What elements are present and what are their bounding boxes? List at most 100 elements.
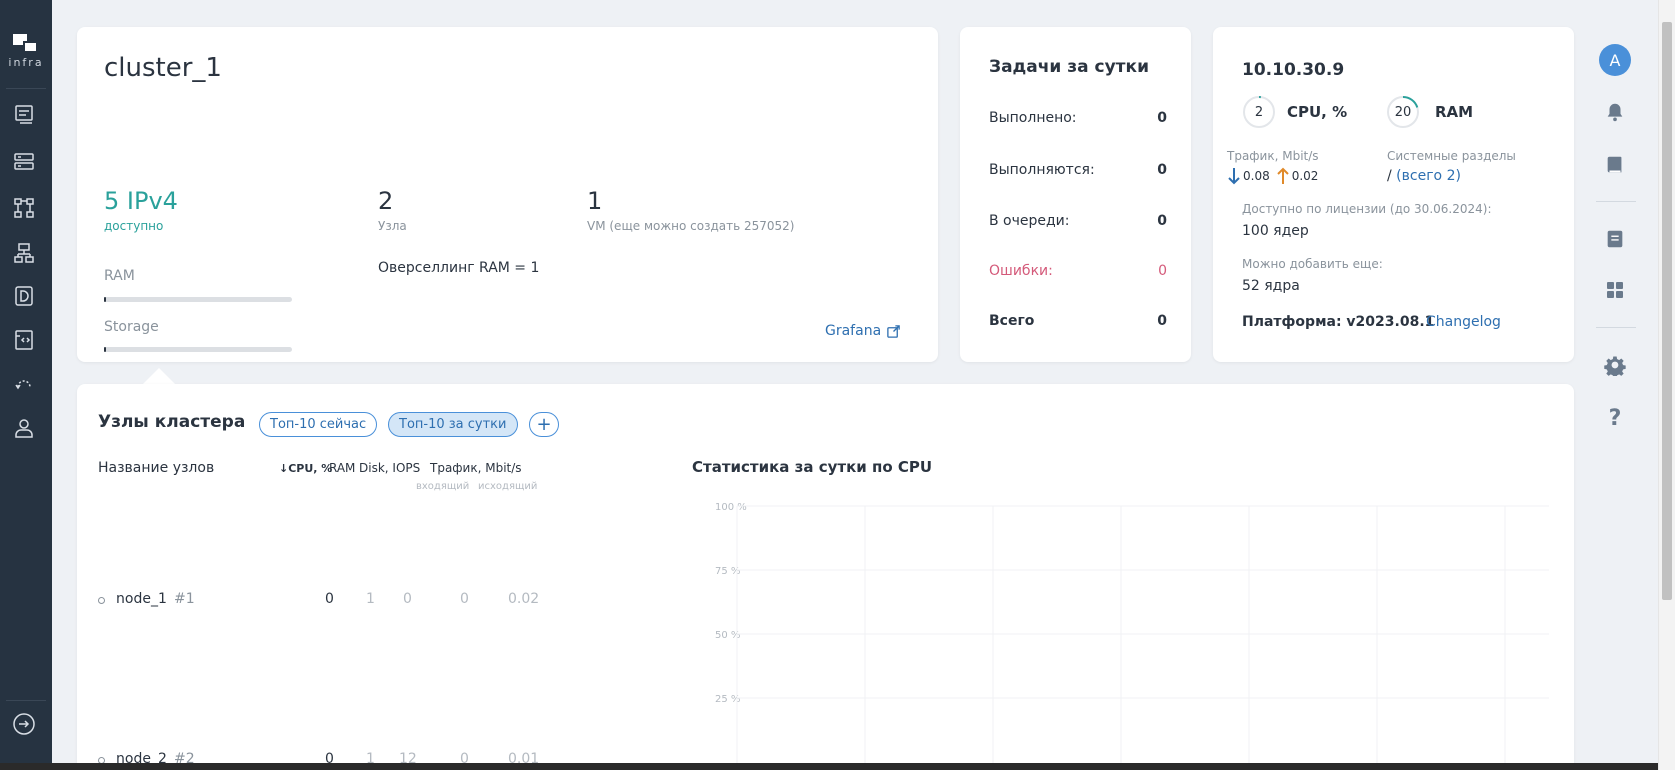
partitions-value: / (всего 2) xyxy=(1387,168,1461,184)
add-value: 52 ядра xyxy=(1242,278,1300,294)
network-icon xyxy=(14,198,34,218)
dashboard-button[interactable] xyxy=(1602,277,1628,303)
platform-version: Платформа: v2023.08.1 xyxy=(1242,314,1435,330)
bottom-bar xyxy=(0,763,1658,770)
sidebar-item-networks[interactable] xyxy=(11,195,37,221)
sidebar-item-vms[interactable] xyxy=(11,101,37,127)
sidebar-item-users[interactable] xyxy=(11,415,37,441)
license-value: 100 ядер xyxy=(1242,223,1309,239)
node-disk: 0 xyxy=(403,591,412,607)
tasks-card: Задачи за сутки Выполнено: 0 Выполняются… xyxy=(960,27,1191,362)
logo[interactable]: infra xyxy=(0,32,52,69)
grafana-label: Grafana xyxy=(825,323,882,339)
cluster-title: cluster_1 xyxy=(104,53,222,83)
partitions-label: Системные разделы xyxy=(1387,149,1516,163)
sidebar-item-clusters[interactable] xyxy=(11,240,37,266)
docs-button[interactable] xyxy=(1602,152,1628,178)
task-label: Всего xyxy=(989,313,1035,329)
node-status-dot xyxy=(98,597,105,604)
table-row[interactable]: node_1 #1 0 1 0 0 0.02 xyxy=(98,591,539,611)
rail-divider xyxy=(1596,327,1636,328)
logo-icon xyxy=(11,32,41,54)
changelog-link[interactable]: Changelog xyxy=(1426,314,1501,330)
task-value: 0 xyxy=(1158,263,1167,279)
arrow-up-icon xyxy=(1277,167,1289,184)
ram-label: RAM xyxy=(104,268,135,284)
bell-icon xyxy=(1607,103,1623,122)
nodes-count: 2 xyxy=(378,187,394,215)
col-cpu[interactable]: ↓CPU, % xyxy=(279,462,332,475)
add-label: Можно добавить еще: xyxy=(1242,257,1383,271)
cluster-tree-icon xyxy=(14,243,34,263)
task-value: 0 xyxy=(1157,162,1167,178)
cpu-gauge-value: 2 xyxy=(1254,104,1264,120)
node-number: #1 xyxy=(174,591,195,607)
sidebar-expand-button[interactable] xyxy=(11,711,37,737)
avatar[interactable]: A xyxy=(1599,44,1631,76)
ram-label: RAM xyxy=(1435,103,1474,121)
tasks-title: Задачи за сутки xyxy=(989,57,1149,77)
ram-bar xyxy=(104,297,292,302)
dashboard-grid-icon xyxy=(1607,282,1623,298)
help-button[interactable]: ? xyxy=(1602,405,1628,431)
partitions-slash: / xyxy=(1387,168,1392,184)
grafana-link[interactable]: Grafana xyxy=(825,323,901,339)
nodes-label: Узла xyxy=(378,219,407,233)
documents-button[interactable] xyxy=(1602,226,1628,252)
book-icon xyxy=(1607,156,1622,173)
user-icon xyxy=(15,419,33,438)
ram-gauge-value: 20 xyxy=(1394,104,1412,120)
traffic-values: 0.08 0.02 xyxy=(1227,167,1318,185)
ipv4-label: доступно xyxy=(104,219,164,233)
col-disk[interactable]: Disk, IOPS xyxy=(359,461,420,475)
add-button[interactable]: + xyxy=(529,412,559,437)
license-label: Доступно по лицензии (до 30.06.2024): xyxy=(1242,202,1492,216)
storage-bar xyxy=(104,347,292,352)
vm-count: 1 xyxy=(587,187,603,215)
sidebar-item-storage[interactable] xyxy=(11,327,37,353)
task-label: В очереди: xyxy=(989,213,1070,229)
task-row-running: Выполняются: 0 xyxy=(989,162,1167,178)
vm-list-icon xyxy=(15,105,33,124)
node-ram: 1 xyxy=(366,591,375,607)
tab-top10-day[interactable]: Топ-10 за сутки xyxy=(388,412,518,437)
notifications-button[interactable] xyxy=(1602,99,1628,125)
task-value: 0 xyxy=(1157,110,1167,126)
settings-button[interactable] xyxy=(1602,352,1628,378)
sidebar-item-images[interactable] xyxy=(11,283,37,309)
right-rail: A ? xyxy=(1586,0,1650,770)
partitions-link[interactable]: (всего 2) xyxy=(1396,168,1461,184)
traffic-label: Трафик, Mbit/s xyxy=(1227,149,1319,163)
cpu-chart: 100 %75 %50 %25 % xyxy=(715,502,1549,764)
sidebar-item-backups[interactable] xyxy=(11,372,37,398)
expand-icon xyxy=(13,713,35,735)
external-link-icon xyxy=(887,324,900,338)
storage-bar-fill xyxy=(104,347,106,352)
nodes-card: Узлы кластера Топ-10 сейчас Топ-10 за су… xyxy=(77,384,1574,767)
traffic-in: 0.08 xyxy=(1243,169,1270,183)
task-value: 0 xyxy=(1157,313,1167,329)
storage-code-icon xyxy=(15,330,33,350)
backup-refresh-icon xyxy=(15,380,31,390)
cluster-card: cluster_1 5 IPv4 доступно 2 Узла 1 VM (е… xyxy=(77,27,938,362)
tab-top10-now[interactable]: Топ-10 сейчас xyxy=(259,412,378,437)
scrollbar-thumb[interactable] xyxy=(1662,22,1672,600)
col-traffic[interactable]: Трафик, Mbit/s xyxy=(430,461,522,475)
host-ip: 10.10.30.9 xyxy=(1242,60,1345,80)
page-scrollbar[interactable] xyxy=(1658,0,1675,770)
overselling-ram: Оверселлинг RAM = 1 xyxy=(378,260,540,276)
ram-bar-fill xyxy=(104,297,106,302)
vm-label: VM (еще можно создать 257052) xyxy=(587,219,795,233)
sidebar-divider xyxy=(6,700,46,701)
col-name[interactable]: Название узлов xyxy=(98,460,214,476)
sidebar-item-nodes[interactable] xyxy=(11,149,37,175)
sidebar: infra xyxy=(0,0,52,770)
node-name[interactable]: node_1 xyxy=(116,591,167,607)
sidebar-divider xyxy=(6,88,46,89)
rail-divider xyxy=(1596,201,1636,202)
task-row-done: Выполнено: 0 xyxy=(989,110,1167,126)
col-ram[interactable]: RAM xyxy=(329,461,355,475)
card-pointer xyxy=(143,368,175,384)
disk-image-icon xyxy=(15,286,33,306)
node-traffic-in: 0 xyxy=(460,591,469,607)
